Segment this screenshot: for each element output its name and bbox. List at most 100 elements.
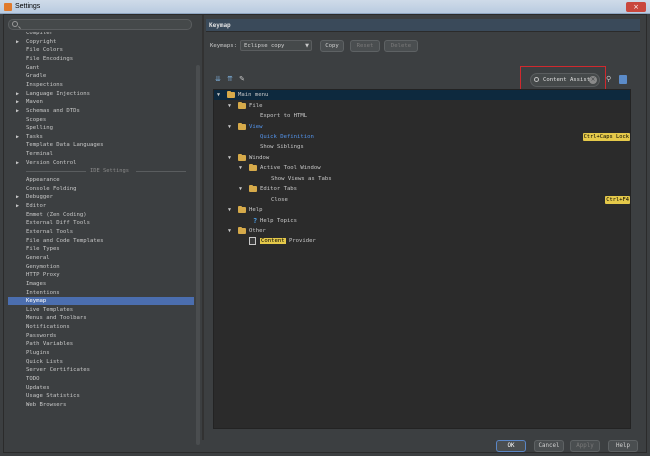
sidebar-item[interactable]: File Colors (8, 46, 194, 54)
apply-button[interactable]: Apply (570, 440, 600, 452)
chevron-down-icon[interactable]: ▼ (239, 163, 242, 173)
sidebar-item[interactable]: Compiler (8, 32, 194, 37)
action-row[interactable]: Show Siblings (214, 142, 630, 152)
action-row[interactable]: ▼ Editor Tabs (214, 184, 630, 194)
action-row[interactable]: ▼ File (214, 101, 630, 111)
sidebar-item[interactable]: ▶ Version Control (8, 159, 194, 167)
sidebar-item[interactable]: Appearance (8, 176, 194, 184)
chevron-right-icon[interactable]: ▶ (16, 133, 19, 141)
action-row[interactable]: Show Views as Tabs (214, 174, 630, 184)
sidebar-item[interactable]: Passwords (8, 332, 194, 340)
sidebar-item[interactable]: File and Code Templates (8, 237, 194, 245)
sidebar-item[interactable]: Genymotion (8, 263, 194, 271)
sidebar-item[interactable]: Inspections (8, 81, 194, 89)
sidebar-item[interactable]: ▶ Language Injections (8, 90, 194, 98)
sidebar-item[interactable]: Intentions (8, 289, 194, 297)
chevron-right-icon[interactable]: ▶ (16, 98, 19, 106)
panel-splitter[interactable] (202, 15, 204, 440)
sidebar-item[interactable]: Console Folding (8, 185, 194, 193)
sidebar-item[interactable]: ▶ Tasks (8, 133, 194, 141)
sidebar-item[interactable]: Images (8, 280, 194, 288)
sidebar-item[interactable]: Plugins (8, 349, 194, 357)
sidebar-item[interactable]: Spelling (8, 124, 194, 132)
edit-shortcut-icon[interactable]: ✎ (238, 75, 246, 84)
sidebar-item[interactable]: Emmet (Zen Coding) (8, 211, 194, 219)
action-row[interactable]: ▼ Other (214, 226, 630, 236)
sidebar-item[interactable]: File Encodings (8, 55, 194, 63)
sidebar-item[interactable]: ▶ Copyright (8, 38, 194, 46)
chevron-right-icon[interactable]: ▶ (16, 107, 19, 115)
chevron-down-icon[interactable]: ▼ (228, 226, 231, 236)
sidebar-item[interactable]: Keymap (8, 297, 194, 306)
sidebar-item[interactable]: ▶ Maven (8, 98, 194, 106)
sidebar-item[interactable]: Scopes (8, 116, 194, 124)
sidebar-item[interactable]: Web Browsers (8, 401, 194, 409)
chevron-right-icon[interactable]: ▶ (16, 90, 19, 98)
chevron-down-icon[interactable]: ▼ (228, 122, 231, 132)
action-row[interactable]: ▼ Active Tool Window (214, 163, 630, 173)
sidebar-item[interactable]: Updates (8, 384, 194, 392)
sidebar-item[interactable]: Terminal (8, 150, 194, 158)
actions-tree: ▼ Main menu ▼ File Export to HTML ▼ View Quick … (213, 89, 631, 429)
sidebar-item[interactable]: HTTP Proxy (8, 271, 194, 279)
chevron-right-icon[interactable]: ▶ (16, 193, 19, 201)
reset-button[interactable]: Reset (350, 40, 380, 52)
sidebar-item[interactable]: Template Data Languages (8, 141, 194, 149)
sidebar-item[interactable]: Usage Statistics (8, 392, 194, 400)
help-button[interactable]: Help (608, 440, 638, 452)
collapse-all-icon[interactable]: ⇈ (226, 75, 234, 84)
sidebar-item[interactable]: TODO (8, 375, 194, 383)
find-by-shortcut-icon[interactable]: ⚲ (606, 75, 615, 84)
sidebar-item[interactable]: External Diff Tools (8, 219, 194, 227)
action-row[interactable]: ▼ Main menu (214, 90, 630, 100)
trash-icon[interactable] (619, 75, 627, 84)
window-close-button[interactable]: × (626, 2, 646, 12)
action-row[interactable]: ? Help Topics (214, 216, 630, 226)
ide-settings-separator: IDE Settings (26, 167, 186, 175)
sidebar-item[interactable]: File Types (8, 245, 194, 253)
sidebar-item[interactable]: Notifications (8, 323, 194, 331)
keymap-select[interactable]: Eclipse copy ▼ (240, 40, 312, 51)
ok-button[interactable]: OK (496, 440, 526, 452)
settings-search-input[interactable] (8, 19, 192, 30)
folder-icon (238, 227, 246, 234)
sidebar-item[interactable]: ▶ Debugger (8, 193, 194, 201)
help-icon: ? (253, 217, 258, 225)
sidebar-item[interactable]: Quick Lists (8, 358, 194, 366)
sidebar-item[interactable]: ▶ Editor (8, 202, 194, 210)
sidebar-item[interactable]: Gant (8, 64, 194, 72)
sidebar-item[interactable]: Gradle (8, 72, 194, 80)
action-row[interactable]: Content Provider (214, 236, 630, 246)
settings-tree-scrollbar[interactable] (196, 65, 200, 445)
action-row[interactable]: Export to HTML (214, 111, 630, 121)
sidebar-item[interactable]: External Tools (8, 228, 194, 236)
sidebar-item[interactable]: General (8, 254, 194, 262)
chevron-down-icon[interactable]: ▼ (228, 101, 231, 111)
sidebar-item[interactable]: Path Variables (8, 340, 194, 348)
sidebar-item[interactable]: Menus and Toolbars (8, 314, 194, 322)
action-row[interactable]: ▼ View (214, 122, 630, 132)
settings-search[interactable] (8, 19, 192, 30)
sidebar-item[interactable]: ▶ Schemas and DTDs (8, 107, 194, 115)
action-row[interactable]: Quick Definition Ctrl+Caps Lock (214, 132, 630, 142)
chevron-down-icon[interactable]: ▼ (217, 90, 220, 100)
delete-button[interactable]: Delete (384, 40, 418, 52)
chevron-right-icon[interactable]: ▶ (16, 159, 19, 167)
action-filter-input[interactable]: Content Assist × (530, 73, 600, 87)
sidebar-item-label: Live Templates (26, 306, 74, 313)
chevron-down-icon[interactable]: ▼ (228, 153, 231, 163)
action-row[interactable]: Close Ctrl+F4 (214, 195, 630, 205)
chevron-down-icon[interactable]: ▼ (228, 205, 231, 215)
sidebar-item[interactable]: Live Templates (8, 306, 194, 314)
action-row[interactable]: ▼ Window (214, 153, 630, 163)
chevron-right-icon[interactable]: ▶ (16, 202, 19, 210)
action-label-rest: Provider (285, 238, 316, 244)
chevron-down-icon[interactable]: ▼ (239, 184, 242, 194)
chevron-right-icon[interactable]: ▶ (16, 38, 19, 46)
sidebar-item[interactable]: Server Certificates (8, 366, 194, 374)
expand-all-icon[interactable]: ⇊ (214, 75, 222, 84)
copy-button[interactable]: Copy (320, 40, 344, 52)
action-row[interactable]: ▼ Help (214, 205, 630, 215)
clear-icon[interactable]: × (589, 76, 597, 84)
cancel-button[interactable]: Cancel (534, 440, 564, 452)
